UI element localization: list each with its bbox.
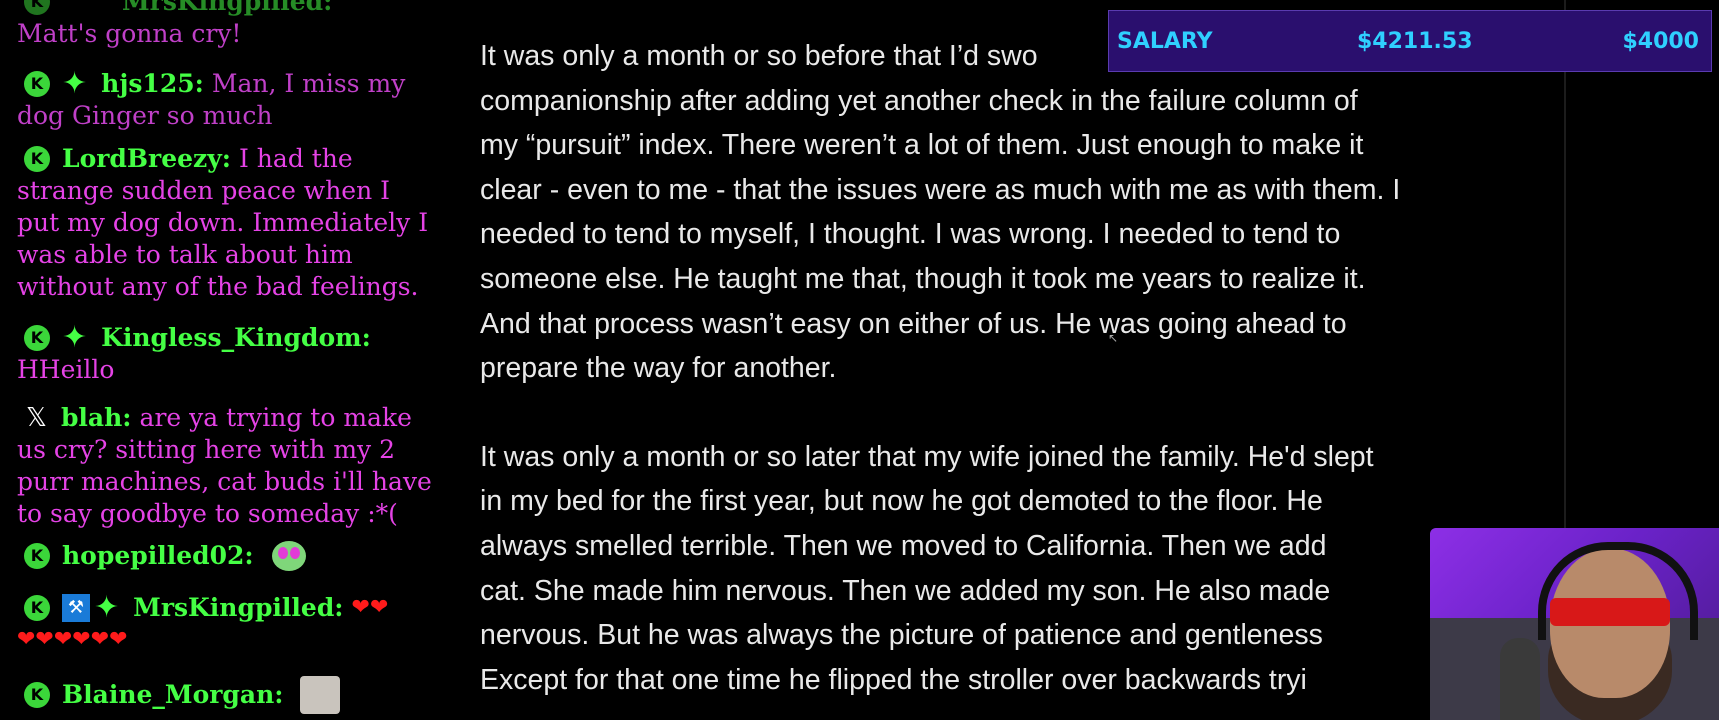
star-badge-icon: ✦ [62, 320, 88, 355]
mouse-cursor-icon: ↖ [1108, 331, 1119, 345]
microphone-icon [1500, 638, 1540, 720]
chat-username[interactable]: LordBreezy: [62, 143, 231, 175]
salary-label: SALARY [1117, 28, 1213, 54]
article-line: needed to tend to myself, I thought. I w… [480, 218, 1341, 251]
article-line: And that process wasn’t easy on either o… [480, 307, 1347, 340]
chat-panel: K MrsKingpilled: Matt's gonna cry! K ✦ h… [0, 0, 450, 720]
chat-message-text: without any of the bad feelings. [17, 272, 419, 301]
chat-message-text: was able to talk about him [17, 240, 353, 269]
article-line: my “pursuit” index. There weren’t a lot … [480, 129, 1364, 162]
k-badge-icon: K [24, 682, 50, 708]
chat-message-text: Matt's gonna cry! [17, 19, 242, 48]
chat-message-text: I had the [238, 144, 353, 173]
chat-message-text: us cry? sitting here with my 2 [17, 435, 396, 464]
chat-username[interactable]: hjs125: [101, 68, 204, 100]
x-badge-icon: 𝕏 [26, 403, 47, 433]
salary-overlay: SALARY $4211.53 $4000 [1108, 10, 1712, 72]
chat-username[interactable]: Blaine_Morgan: [62, 679, 284, 711]
chat-message: K Blaine_Morgan: [17, 676, 447, 714]
article-line: always smelled terrible. Then we moved t… [480, 529, 1327, 562]
article-body: It was only a month or so before that I’… [480, 34, 1540, 702]
streamer-webcam [1430, 528, 1719, 720]
salary-target-value: $4000 [1622, 28, 1699, 54]
chat-message: K LordBreezy: I had the strange sudden p… [17, 143, 447, 303]
star-badge-icon: ✦ [94, 590, 120, 625]
chat-message-text: put my dog down. Immediately I [17, 208, 429, 237]
star-badge-icon: ✦ [62, 66, 88, 101]
frog-emote-icon [271, 541, 306, 571]
article-line: companionship after adding yet another c… [480, 84, 1358, 117]
chat-message-text: Man, I miss my [211, 69, 406, 98]
heart-emotes: ❤❤❤❤❤❤ [17, 627, 128, 652]
cat-emote-icon [299, 676, 340, 714]
chat-message: 𝕏 blah: are ya trying to make us cry? si… [17, 402, 447, 530]
chat-message-partial: K MrsKingpilled: Matt's gonna cry! [17, 0, 447, 50]
chat-username[interactable]: hopepilled02: [62, 540, 254, 572]
chat-message-text: are ya trying to make [139, 403, 412, 432]
chat-message: K ✦ Kingless_Kingdom: HHeillo [17, 322, 447, 386]
article-line: nervous. But he was always the picture o… [480, 619, 1323, 652]
article-paragraph: It was only a month or so before that I’… [480, 34, 1540, 391]
chat-message-text: to say goodbye to someday :*( [17, 499, 398, 528]
chat-message: K ✦ hjs125: Man, I miss my dog Ginger so… [17, 68, 447, 132]
chat-username[interactable]: blah: [61, 402, 132, 434]
chat-username[interactable]: MrsKingpilled: [122, 0, 332, 18]
article-paragraph: It was only a month or so later that my … [480, 435, 1540, 703]
k-badge-icon: K [24, 146, 50, 172]
article-line: prepare the way for another. [480, 352, 837, 385]
heart-emotes: ❤❤ [351, 595, 389, 620]
chat-message-text: dog Ginger so much [17, 101, 273, 130]
article-line: someone else. He taught me that, though … [480, 262, 1366, 295]
hammer-badge-icon: ⚒ [62, 594, 90, 622]
chat-username[interactable]: MrsKingpilled: [133, 592, 343, 624]
article-line: It was only a month or so later that my … [480, 440, 1374, 473]
chat-message-text: purr machines, cat buds i'll have [17, 467, 432, 496]
k-badge-icon: K [24, 0, 50, 15]
article-line: clear - even to me - that the issues wer… [480, 173, 1401, 206]
k-badge-icon: K [24, 71, 50, 97]
k-badge-icon: K [24, 595, 50, 621]
article-line: Except for that one time he flipped the … [480, 663, 1307, 696]
article-line: cat. She made him nervous. Then we added… [480, 574, 1331, 607]
chat-message: K ⚒ ✦ MrsKingpilled: ❤❤ ❤❤❤❤❤❤ [17, 592, 447, 656]
chat-message-text: strange sudden peace when I [17, 176, 391, 205]
k-badge-icon: K [24, 325, 50, 351]
salary-current-value: $4211.53 [1357, 28, 1473, 54]
article-line: It was only a month or so before that I’… [480, 40, 1038, 72]
article-line: in my bed for the first year, but now he… [480, 485, 1323, 518]
chat-message: K hopepilled02: [17, 540, 447, 572]
chat-message-text: HHeillo [17, 355, 115, 384]
headset-icon [1538, 542, 1698, 640]
k-badge-icon: K [24, 543, 50, 569]
chat-username[interactable]: Kingless_Kingdom: [101, 322, 371, 354]
